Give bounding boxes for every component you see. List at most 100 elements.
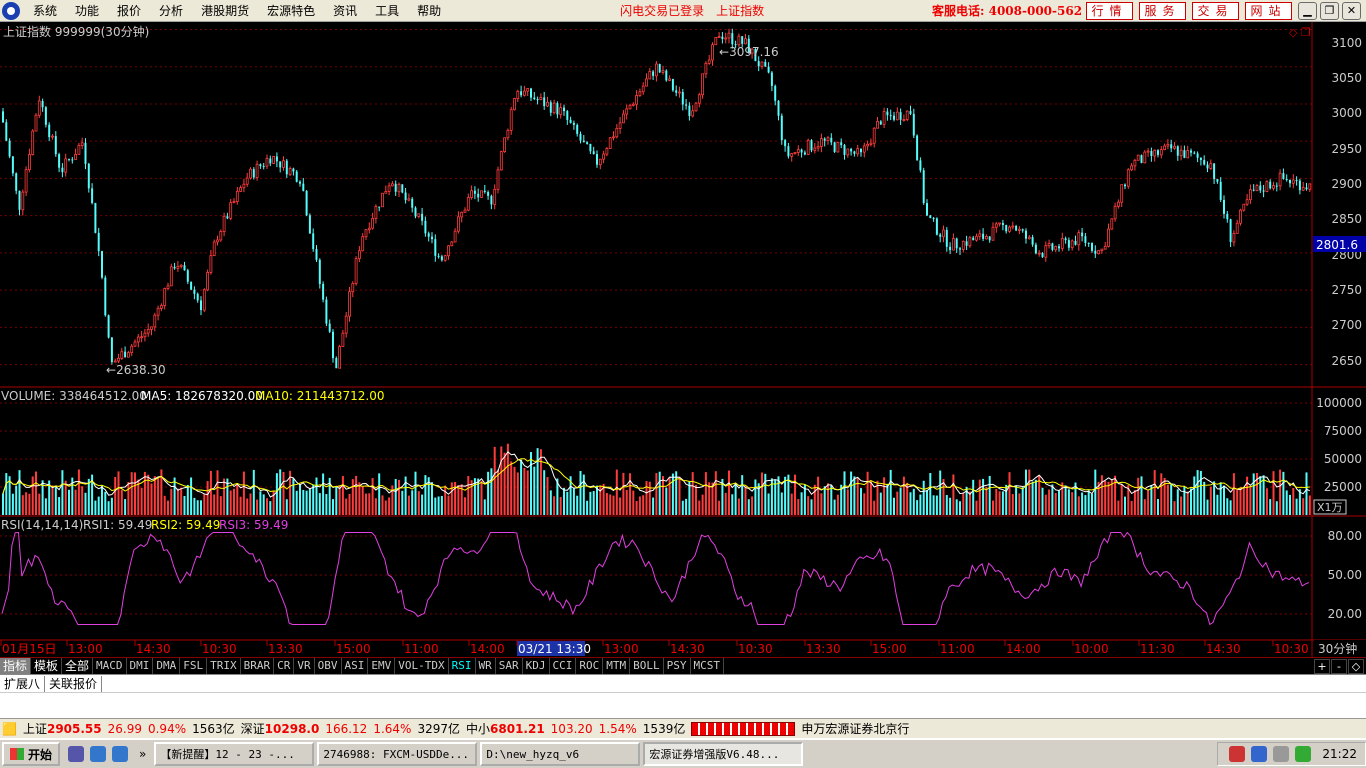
candle[interactable] (717, 32, 721, 39)
candle[interactable] (988, 236, 991, 243)
candle[interactable] (691, 105, 695, 118)
candle[interactable] (1183, 145, 1186, 159)
candle[interactable] (516, 89, 520, 103)
candle[interactable] (961, 240, 965, 253)
candle[interactable] (107, 314, 110, 339)
candle[interactable] (87, 162, 90, 193)
candle[interactable] (543, 91, 546, 110)
candle[interactable] (833, 141, 836, 154)
candle[interactable] (1074, 235, 1077, 246)
candle[interactable] (1084, 233, 1087, 247)
candle[interactable] (1058, 244, 1060, 252)
candle[interactable] (1031, 234, 1034, 247)
candle[interactable] (156, 305, 160, 321)
candle[interactable] (202, 288, 206, 313)
tab-dma[interactable]: DMA (153, 658, 181, 674)
candle[interactable] (374, 204, 378, 224)
candle[interactable] (916, 134, 919, 161)
candle[interactable] (437, 253, 440, 259)
zoom-in-button[interactable]: + (1314, 659, 1330, 674)
tab-cr[interactable]: CR (274, 658, 295, 674)
candle[interactable] (826, 135, 830, 145)
candle[interactable] (991, 222, 995, 241)
candle[interactable] (810, 139, 813, 153)
candle[interactable] (80, 137, 84, 150)
candle[interactable] (1157, 149, 1159, 158)
candle[interactable] (499, 150, 503, 171)
menu-analysis[interactable]: 分析 (150, 0, 192, 22)
current-index[interactable]: 上证指数 (716, 2, 764, 19)
candle[interactable] (140, 330, 144, 343)
candle[interactable] (1124, 183, 1126, 190)
candle[interactable] (760, 61, 764, 70)
candle[interactable] (84, 138, 87, 170)
candle[interactable] (1305, 182, 1308, 191)
candle[interactable] (1001, 219, 1004, 231)
candle[interactable] (490, 194, 493, 210)
candle[interactable] (846, 148, 850, 158)
candle[interactable] (216, 235, 219, 246)
tab-rsi[interactable]: RSI (449, 658, 476, 674)
candle[interactable] (1025, 228, 1027, 244)
candle[interactable] (823, 137, 826, 147)
candle[interactable] (1203, 155, 1206, 166)
tab-mcst[interactable]: MCST (691, 658, 725, 674)
tab-cci[interactable]: CCI (550, 658, 577, 674)
candle[interactable] (361, 232, 365, 252)
tray-security-icon[interactable] (1251, 746, 1268, 762)
candle[interactable] (440, 254, 443, 262)
candle[interactable] (605, 147, 609, 157)
candle[interactable] (136, 334, 140, 348)
candle[interactable] (58, 152, 61, 173)
candle[interactable] (724, 32, 728, 44)
ticker-icon[interactable]: 🟨 (0, 722, 23, 736)
restore-icon[interactable]: ❐ (1320, 2, 1339, 20)
candle[interactable] (1196, 151, 1199, 163)
candle[interactable] (153, 312, 157, 332)
menu-tools[interactable]: 工具 (366, 0, 408, 22)
tab-dmi[interactable]: DMI (127, 658, 154, 674)
candle[interactable] (549, 100, 552, 117)
candle[interactable] (872, 127, 876, 148)
candle[interactable] (652, 69, 655, 80)
candle[interactable] (671, 78, 674, 92)
candle[interactable] (598, 158, 602, 170)
candle[interactable] (453, 228, 457, 243)
candle[interactable] (569, 116, 572, 124)
candle[interactable] (51, 134, 54, 140)
candle[interactable] (932, 216, 935, 222)
candle[interactable] (625, 104, 629, 120)
tab-related-quote[interactable]: 关联报价 (45, 675, 103, 692)
candle[interactable] (1199, 157, 1202, 166)
candle[interactable] (1190, 148, 1192, 157)
menu-info[interactable]: 资讯 (324, 0, 366, 22)
menu-help[interactable]: 帮助 (408, 0, 450, 22)
candle[interactable] (866, 140, 869, 151)
candle[interactable] (196, 292, 199, 303)
candle[interactable] (183, 261, 186, 271)
candle[interactable] (1087, 242, 1090, 247)
candle[interactable] (421, 207, 424, 226)
tab-boll[interactable]: BOLL (630, 658, 664, 674)
candle[interactable] (496, 166, 500, 194)
candle[interactable] (150, 326, 153, 336)
candle[interactable] (1005, 224, 1008, 234)
candle[interactable] (942, 225, 945, 243)
candle[interactable] (800, 148, 803, 158)
candlestick-series[interactable] (2, 28, 1312, 369)
candle[interactable] (179, 264, 183, 269)
candle[interactable] (397, 182, 401, 198)
candle[interactable] (1269, 179, 1272, 190)
candle[interactable] (787, 142, 790, 159)
candle[interactable] (21, 189, 25, 216)
candle[interactable] (24, 166, 28, 197)
candle[interactable] (909, 105, 912, 116)
tab-roc[interactable]: ROC (576, 658, 604, 674)
candle[interactable] (163, 287, 167, 310)
candle[interactable] (744, 33, 747, 45)
candle[interactable] (1255, 183, 1259, 192)
candle[interactable] (367, 222, 371, 234)
candle[interactable] (602, 150, 605, 164)
candle[interactable] (209, 249, 213, 275)
candle[interactable] (387, 182, 391, 196)
